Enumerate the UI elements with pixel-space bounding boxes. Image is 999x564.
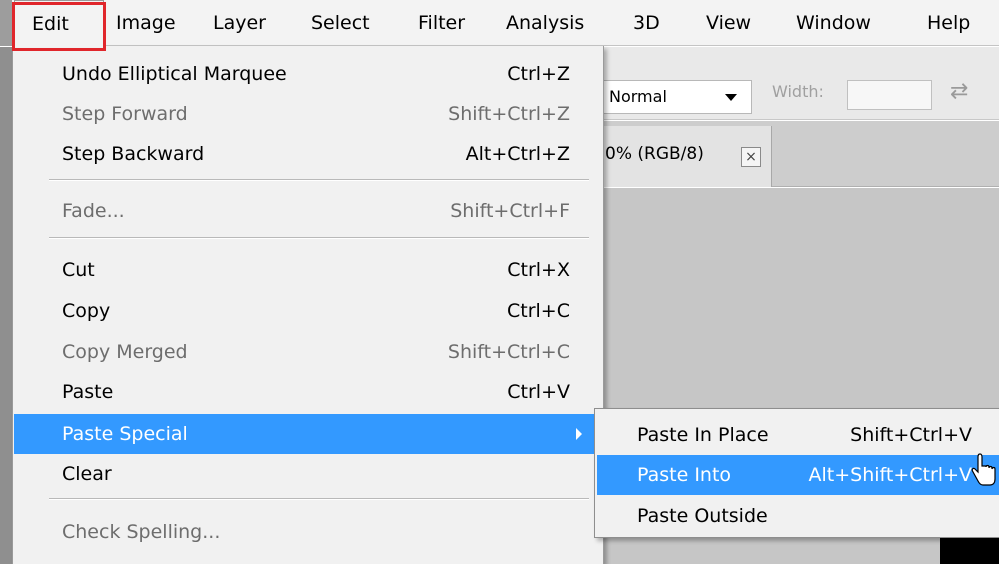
menu-item-label: Undo Elliptical Marquee (62, 63, 287, 85)
menu-view[interactable]: View (706, 0, 751, 46)
menu-item-shortcut: Ctrl+X (507, 259, 570, 281)
menu-item-label: Cut (62, 259, 95, 281)
menu-analysis[interactable]: Analysis (506, 0, 584, 46)
menu-select[interactable]: Select (311, 0, 370, 46)
menu-separator (49, 498, 589, 500)
mouse-pointer-icon (971, 453, 996, 486)
menu-item-step-backward[interactable]: Step Backward Alt+Ctrl+Z (14, 134, 602, 174)
menu-window[interactable]: Window (796, 0, 871, 46)
menu-help[interactable]: Help (927, 0, 970, 46)
menu-item-label: Step Forward (62, 103, 188, 125)
menu-item-copy[interactable]: Copy Ctrl+C (14, 291, 602, 331)
menu-item-label: Check Spelling... (62, 521, 221, 543)
width-input[interactable] (847, 80, 932, 110)
menu-image[interactable]: Image (116, 0, 176, 46)
menubar-edge (0, 0, 12, 46)
menu-item-copy-merged[interactable]: Copy Merged Shift+Ctrl+C (14, 332, 602, 372)
menu-item-label: Paste Special (62, 423, 188, 445)
menu-item-label: Copy (62, 300, 111, 322)
menu-item-shortcut: Ctrl+V (507, 381, 570, 403)
menu-filter[interactable]: Filter (418, 0, 465, 46)
menu-item-paste-into[interactable]: Paste Into Alt+Shift+Ctrl+V (597, 455, 999, 495)
menu-separator (49, 179, 589, 181)
menu-item-shortcut: Shift+Ctrl+C (447, 341, 570, 363)
swap-icon[interactable]: ⇄ (950, 79, 968, 104)
menu-item-shortcut: Shift+Ctrl+F (450, 200, 570, 222)
menu-item-undo[interactable]: Undo Elliptical Marquee Ctrl+Z (14, 54, 602, 94)
menu-item-label: Paste In Place (637, 424, 769, 446)
menu-separator (49, 237, 589, 239)
menu-item-paste-special[interactable]: Paste Special (14, 414, 602, 454)
close-icon[interactable]: × (741, 147, 761, 167)
menu-3d[interactable]: 3D (633, 0, 660, 46)
menu-item-paste[interactable]: Paste Ctrl+V (14, 372, 602, 412)
menu-item-shortcut: Ctrl+C (507, 300, 570, 322)
menu-item-shortcut: Alt+Shift+Ctrl+V (808, 464, 972, 486)
edit-menu: Undo Elliptical Marquee Ctrl+Z Step Forw… (12, 46, 604, 564)
width-label: Width: (772, 82, 824, 101)
menu-edit[interactable]: Edit (14, 0, 104, 47)
menu-item-step-forward[interactable]: Step Forward Shift+Ctrl+Z (14, 94, 602, 134)
menu-item-label: Step Backward (62, 143, 205, 165)
menu-item-shortcut: Shift+Ctrl+V (850, 424, 972, 446)
menu-item-cut[interactable]: Cut Ctrl+X (14, 250, 602, 290)
tools-panel-edge (0, 47, 12, 564)
menu-item-check-spelling[interactable]: Check Spelling... (14, 512, 602, 552)
document-tab-label: 0% (RGB/8) (605, 144, 704, 164)
menu-item-clear[interactable]: Clear (14, 454, 602, 494)
chevron-right-icon (576, 428, 582, 440)
menu-item-label: Paste (62, 381, 114, 403)
menu-item-label: Copy Merged (62, 341, 188, 363)
menu-layer[interactable]: Layer (213, 0, 266, 46)
menu-item-label: Paste Outside (637, 505, 768, 527)
menu-item-shortcut: Shift+Ctrl+Z (448, 103, 570, 125)
menu-item-shortcut: Ctrl+Z (507, 63, 570, 85)
menu-item-label: Paste Into (637, 464, 732, 486)
menu-item-label: Clear (62, 463, 112, 485)
paste-special-submenu: Paste In Place Shift+Ctrl+V Paste Into A… (594, 408, 999, 538)
menu-item-label: Fade... (62, 200, 125, 222)
chevron-down-icon (725, 94, 737, 101)
menu-item-paste-outside[interactable]: Paste Outside (597, 496, 999, 536)
menu-item-paste-in-place[interactable]: Paste In Place Shift+Ctrl+V (597, 415, 999, 455)
menu-item-shortcut: Alt+Ctrl+Z (465, 143, 570, 165)
style-dropdown[interactable]: Normal (600, 80, 752, 114)
style-dropdown-value: Normal (609, 87, 667, 106)
menu-item-fade[interactable]: Fade... Shift+Ctrl+F (14, 191, 602, 231)
